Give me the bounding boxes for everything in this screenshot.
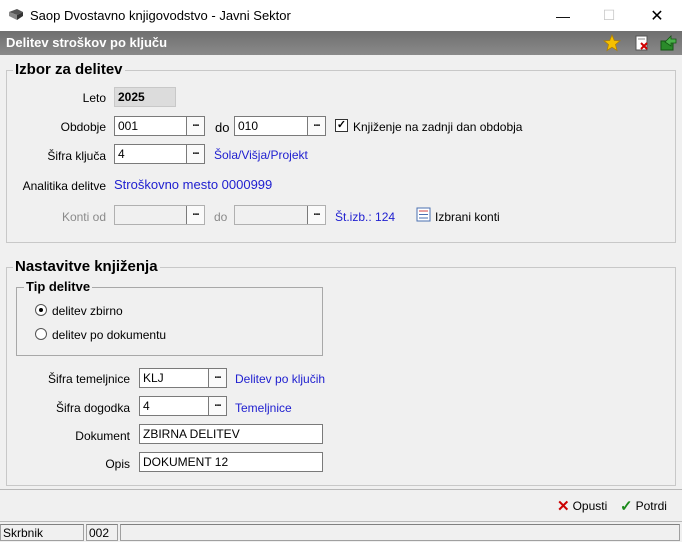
window-title: Saop Dvostavno knjigovodstvo - Javni Sek… [30, 8, 291, 23]
checklist-icon[interactable] [416, 207, 431, 222]
temeljnica-input[interactable]: KLJ ... [139, 368, 227, 388]
maximize-button[interactable]: ☐ [586, 0, 632, 31]
obdobje-do-label: do [215, 120, 230, 135]
app-icon [9, 9, 23, 20]
checkmark-icon: ✓ [620, 498, 633, 515]
cancel-button[interactable]: ✕ Opusti [557, 497, 607, 515]
opis-input[interactable]: DOKUMENT 12 [139, 452, 323, 472]
obdobje-from-value: 001 [118, 119, 139, 133]
confirm-button[interactable]: ✓ Potrdi [620, 497, 667, 515]
form-header: Delitev stroškov po ključu [0, 31, 682, 55]
obdobje-to-value: 010 [238, 119, 259, 133]
konti-do-label: do [214, 210, 228, 224]
minimize-button[interactable]: — [540, 0, 586, 31]
dogodek-label: Šifra dogodka [55, 401, 130, 415]
dogodek-lookup-button[interactable]: ... [208, 397, 226, 415]
analitika-value: Stroškovno mesto 0000999 [114, 177, 273, 192]
analitika-label: Analitika delitve [22, 179, 106, 193]
zadnji-dan-checkbox[interactable]: ✓ [335, 119, 348, 132]
window-titlebar: Saop Dvostavno knjigovodstvo - Javni Sek… [0, 0, 682, 31]
status-message [120, 524, 680, 541]
tip-delitve-title: Tip delitve [24, 279, 93, 294]
leto-label: Leto [82, 91, 106, 105]
obdobje-from-lookup-button[interactable]: ... [186, 117, 204, 135]
izbrani-konti-button[interactable]: Izbrani konti [435, 210, 500, 224]
delitev-po-dokumentu-label: delitev po dokumentu [52, 328, 167, 342]
sifra-kljuca-label: Šifra ključa [47, 149, 106, 163]
star-icon[interactable] [603, 34, 621, 52]
nastavitve-group-title: Nastavitve knjiženja [13, 258, 160, 275]
obdobje-label: Obdobje [60, 120, 106, 134]
dogodek-description: Temeljnice [235, 401, 292, 415]
dogodek-input[interactable]: 4 ... [139, 396, 227, 416]
leto-field: 2025 [114, 87, 176, 107]
opis-label: Opis [105, 457, 130, 471]
cancel-icon: ✕ [557, 498, 570, 515]
status-user: Skrbnik [0, 524, 84, 541]
status-code: 002 [86, 524, 118, 541]
temeljnica-value: KLJ [143, 371, 164, 385]
temeljnica-description: Delitev po ključih [235, 372, 326, 386]
form-title: Delitev stroškov po ključu [6, 35, 168, 50]
sifra-kljuca-input[interactable]: 4 ... [114, 144, 205, 164]
cancel-label: Opusti [572, 499, 608, 513]
st-izb-count: Št.izb.: 124 [335, 210, 396, 224]
opis-value: DOKUMENT 12 [143, 455, 229, 469]
obdobje-from-input[interactable]: 001 ... [114, 116, 205, 136]
konti-od-label: Konti od [61, 210, 106, 224]
sifra-kljuca-description: Šola/Višja/Projekt [214, 148, 308, 162]
konti-do-lookup-button[interactable]: ... [307, 206, 325, 224]
export-icon[interactable] [659, 34, 677, 52]
dokument-value: ZBIRNA DELITEV [143, 427, 240, 441]
konti-do-input[interactable]: ... [234, 205, 326, 225]
bottom-separator [0, 489, 682, 490]
tip-delitve-groupbox [16, 287, 323, 356]
dogodek-value: 4 [143, 399, 150, 413]
delete-doc-icon[interactable] [633, 34, 651, 52]
izbor-group-title: Izbor za delitev [13, 61, 125, 78]
temeljnica-label: Šifra temeljnice [47, 372, 130, 386]
confirm-label: Potrdi [635, 499, 667, 513]
dokument-label: Dokument [75, 429, 130, 443]
obdobje-to-lookup-button[interactable]: ... [307, 117, 325, 135]
sifra-kljuca-lookup-button[interactable]: ... [186, 145, 204, 163]
temeljnica-lookup-button[interactable]: ... [208, 369, 226, 387]
delitev-po-dokumentu-radio[interactable] [35, 328, 47, 340]
delitev-zbirno-radio[interactable] [35, 304, 47, 316]
zadnji-dan-label: Knjiženje na zadnji dan obdobja [353, 120, 523, 134]
dokument-input[interactable]: ZBIRNA DELITEV [139, 424, 323, 444]
delitev-zbirno-label: delitev zbirno [52, 304, 123, 318]
konti-od-input[interactable]: ... [114, 205, 205, 225]
status-bar: Skrbnik 002 [0, 521, 682, 542]
konti-od-lookup-button[interactable]: ... [186, 206, 204, 224]
leto-value: 2025 [118, 90, 145, 104]
sifra-kljuca-value: 4 [118, 147, 125, 161]
close-button[interactable]: ✕ [634, 0, 680, 31]
obdobje-to-input[interactable]: 010 ... [234, 116, 326, 136]
